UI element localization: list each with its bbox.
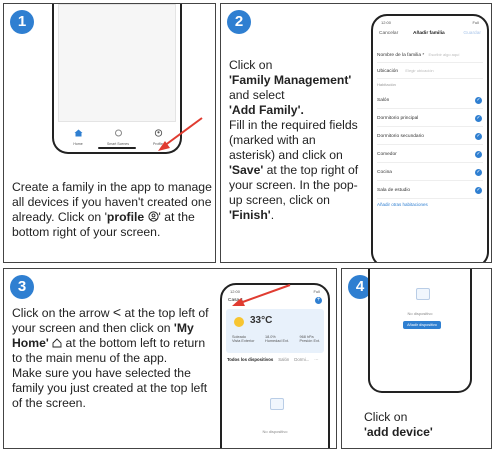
- status-time: 12:00: [381, 20, 392, 25]
- pointer-arrow: [158, 117, 203, 151]
- room-label: Sala de estudio: [377, 188, 411, 193]
- step-3-text: Click on the arrow < at the top left of …: [12, 305, 218, 411]
- room-label: Salón: [377, 98, 390, 103]
- tab-label: Smart Scenes: [107, 142, 129, 146]
- step-3-panel: 3 Click on the arrow < at the top left o…: [3, 268, 337, 449]
- room-row[interactable]: Dormitorio secundario ✓: [377, 130, 483, 145]
- field-label: Nombre de la familia *: [377, 53, 425, 58]
- home-icon: [74, 129, 82, 137]
- home-icon: [49, 336, 62, 350]
- home-indicator: [98, 147, 136, 149]
- field-label: Ubicación: [377, 69, 399, 74]
- field-placeholder: Elegir ubicación: [405, 68, 434, 73]
- step-4-panel: 4 No dispositivo Añadir dispositivo Clic…: [341, 268, 492, 449]
- room-row[interactable]: Dormitorio principal ✓: [377, 112, 483, 127]
- room-tabs: Todos los dispositivos Salón Dormi... ··…: [227, 357, 324, 362]
- weather-stat: 968 hPa Presión Ext.: [300, 335, 320, 343]
- add-rooms-link[interactable]: Añadir otras habitaciones: [377, 202, 428, 207]
- stat-label: Vista Exterior: [232, 339, 255, 343]
- text-line: Click on: [364, 410, 408, 424]
- phone-mockup: No dispositivo Añadir dispositivo: [368, 269, 472, 393]
- save-button[interactable]: Guardar: [463, 31, 481, 36]
- text-bold: 'Finish': [229, 208, 271, 222]
- check-icon: ✓: [475, 169, 482, 176]
- step-1-text: Create a family in the app to manage all…: [12, 180, 212, 240]
- text-bold: 'Save': [229, 163, 264, 177]
- text-bold: 'add device': [364, 425, 433, 439]
- room-label: Dormitorio principal: [377, 116, 419, 121]
- text-line: and select: [229, 88, 285, 102]
- room-label: Cocina: [377, 170, 392, 175]
- pointer-arrow: [232, 284, 291, 306]
- check-icon: ✓: [475, 133, 482, 140]
- page-title: Añadir familia: [413, 31, 445, 36]
- weather-stat: Soleado Vista Exterior: [232, 335, 255, 343]
- check-icon: ✓: [475, 151, 482, 158]
- text-part: Fill in the required fields (marked with…: [229, 118, 358, 162]
- tab-room[interactable]: Dormi...: [294, 357, 309, 362]
- room-row[interactable]: Salón ✓: [377, 94, 483, 109]
- add-device-button[interactable]: Añadir dispositivo: [403, 321, 441, 329]
- tab-smart-scenes[interactable]: Smart Scenes: [106, 124, 130, 146]
- empty-text: No dispositivo: [407, 311, 433, 316]
- stat-label: Presión Ext.: [299, 339, 320, 343]
- cancel-button[interactable]: Cancelar: [379, 31, 398, 36]
- text-paragraph: Make sure you have selected the family y…: [12, 366, 208, 410]
- room-row[interactable]: Cocina ✓: [377, 166, 483, 181]
- step-2-text: Click on 'Family Management' and select …: [229, 58, 361, 223]
- step-badge: 1: [10, 10, 34, 34]
- tab-home[interactable]: Home: [68, 124, 88, 146]
- temperature: 33°C: [250, 315, 273, 326]
- nav-bar: Cancelar Añadir familia Guardar: [377, 29, 483, 41]
- text-bold: profile: [106, 210, 145, 224]
- stat-label: Humedad Ext.: [264, 339, 290, 343]
- weather-stat: 18.0% Humedad Ext.: [265, 335, 289, 343]
- phone-screen: [58, 4, 176, 122]
- phone-mockup: 12:00 Full Cancelar Añadir familia Guard…: [371, 14, 489, 262]
- step-badge: 3: [10, 275, 34, 299]
- step-4-text: Click on 'add device': [364, 410, 488, 440]
- back-arrow-icon: <: [112, 304, 122, 320]
- profile-icon: [144, 210, 159, 224]
- empty-illustration: [412, 285, 432, 301]
- text-paragraph: Fill in the required fields (marked with…: [229, 118, 361, 223]
- status-right: Full: [472, 20, 479, 25]
- scene-icon: [114, 129, 122, 137]
- check-icon: ✓: [475, 97, 482, 104]
- more-tabs[interactable]: ···: [314, 357, 318, 362]
- device-icon: [270, 398, 284, 410]
- room-row[interactable]: Sala de estudio ✓: [377, 184, 483, 199]
- device-icon: [416, 288, 430, 300]
- tab-room[interactable]: Salón: [278, 357, 289, 362]
- rooms-header: Habitación: [377, 82, 396, 87]
- add-icon[interactable]: +: [315, 297, 322, 304]
- status-right: Full: [313, 289, 320, 294]
- tab-all-devices[interactable]: Todos los dispositivos: [227, 357, 273, 362]
- field-placeholder: Escribir algo aquí: [428, 52, 460, 57]
- text-part: Click on the arrow: [12, 306, 113, 320]
- text-bold: 'Add Family'.: [229, 103, 304, 117]
- room-row[interactable]: Comedor ✓: [377, 148, 483, 163]
- status-bar: 12:00 Full: [381, 20, 479, 27]
- empty-text: No dispositivo: [262, 429, 288, 434]
- step-2-panel: 2 Click on 'Family Management' and selec…: [220, 3, 492, 263]
- check-icon: ✓: [475, 115, 482, 122]
- weather-card: 33°C Soleado Vista Exterior 18.0% Humedad …: [226, 309, 324, 353]
- step-1-panel: 1 Home Smart Scenes Profile Create a fam…: [3, 3, 216, 263]
- sun-icon: [234, 317, 244, 327]
- weather-stats: Soleado Vista Exterior 18.0% Humedad Ext. …: [232, 335, 320, 343]
- empty-illustration: [266, 395, 286, 411]
- text-line: Click on: [229, 58, 273, 72]
- room-label: Dormitorio secundario: [377, 134, 424, 139]
- tab-label: Home: [73, 142, 83, 146]
- step-badge: 2: [227, 10, 251, 34]
- family-name-field[interactable]: Nombre de la familia * Escribir algo aqu…: [377, 48, 483, 63]
- location-field[interactable]: Ubicación Elegir ubicación: [377, 64, 483, 79]
- text-part: .: [270, 208, 275, 222]
- text-bold: 'Family Management': [229, 73, 352, 87]
- check-icon: ✓: [475, 187, 482, 194]
- room-label: Comedor: [377, 152, 397, 157]
